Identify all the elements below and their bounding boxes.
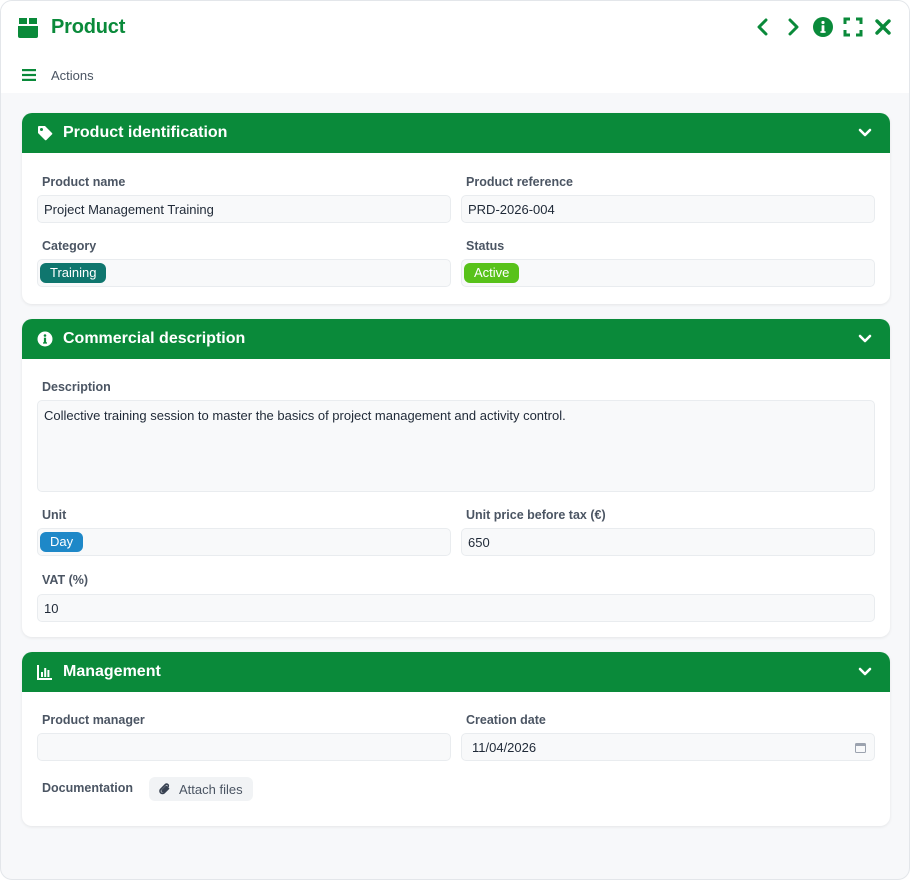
hamburger-menu-icon[interactable] (22, 69, 36, 81)
management-card: Management Product manager Creation date… (22, 652, 890, 826)
product-manager-field[interactable] (37, 733, 451, 761)
unit-price-field[interactable]: 650 (461, 528, 875, 556)
unit-label: Unit (42, 508, 67, 522)
attach-files-button[interactable]: Attach files (149, 777, 253, 801)
status-field[interactable]: Active (461, 259, 875, 287)
product-identification-header[interactable]: Product identification (22, 113, 890, 153)
vat-field[interactable]: 10 (37, 594, 875, 622)
product-reference-field[interactable]: PRD-2026-004 (461, 195, 875, 223)
info-circle-icon (37, 331, 53, 347)
chevron-down-icon[interactable] (858, 126, 872, 140)
info-button[interactable] (813, 16, 833, 38)
creation-date-field[interactable]: 11/04/2026 (461, 733, 875, 761)
previous-button[interactable] (753, 16, 773, 38)
category-field[interactable]: Training (37, 259, 451, 287)
attach-files-label: Attach files (179, 781, 243, 797)
info-icon (813, 17, 833, 37)
chevron-left-icon (757, 18, 768, 36)
title-row: Product (16, 13, 125, 41)
section-title: Commercial description (63, 330, 246, 347)
bar-chart-icon (37, 664, 53, 680)
vat-label: VAT (%) (42, 573, 89, 587)
creation-date-value: 11/04/2026 (472, 739, 537, 755)
management-header[interactable]: Management (22, 652, 890, 692)
actions-label[interactable]: Actions (51, 68, 94, 83)
section-title: Management (63, 663, 161, 680)
fullscreen-icon (843, 17, 863, 37)
chevron-down-icon[interactable] (858, 332, 872, 346)
section-title: Product identification (63, 124, 228, 141)
unit-field[interactable]: Day (37, 528, 451, 556)
box-icon (18, 18, 38, 38)
window-header: Product Actions (1, 1, 909, 93)
product-window: Product Actions Product identification P… (0, 0, 910, 880)
creation-date-label: Creation date (466, 713, 546, 727)
category-badge: Training (40, 263, 107, 283)
commercial-description-card: Commercial description Description Colle… (22, 319, 890, 637)
category-label: Category (42, 239, 97, 253)
paperclip-icon (159, 782, 170, 794)
next-button[interactable] (783, 16, 803, 38)
unit-badge: Day (40, 532, 84, 552)
product-identification-card: Product identification Product name Proj… (22, 113, 890, 304)
calendar-icon[interactable] (855, 742, 866, 753)
chevron-right-icon (788, 18, 799, 36)
actions-menu[interactable]: Actions (22, 65, 94, 85)
description-textarea[interactable]: Collective training session to master th… (37, 400, 875, 492)
fullscreen-button[interactable] (843, 16, 863, 38)
commercial-description-header[interactable]: Commercial description (22, 319, 890, 359)
window-controls (753, 15, 893, 39)
window-title: Product (51, 15, 126, 38)
product-name-label: Product name (42, 175, 126, 189)
documentation-label: Documentation (42, 781, 133, 795)
status-label: Status (466, 239, 505, 253)
unit-price-label: Unit price before tax (€) (466, 508, 606, 522)
chevron-down-icon[interactable] (858, 665, 872, 679)
close-button[interactable] (873, 16, 893, 38)
status-badge: Active (464, 263, 520, 283)
description-label: Description (42, 380, 111, 394)
product-name-field[interactable]: Project Management Training (37, 195, 451, 223)
tag-icon (37, 125, 53, 141)
product-reference-label: Product reference (466, 175, 573, 189)
product-manager-label: Product manager (42, 713, 145, 727)
close-icon (875, 19, 891, 35)
